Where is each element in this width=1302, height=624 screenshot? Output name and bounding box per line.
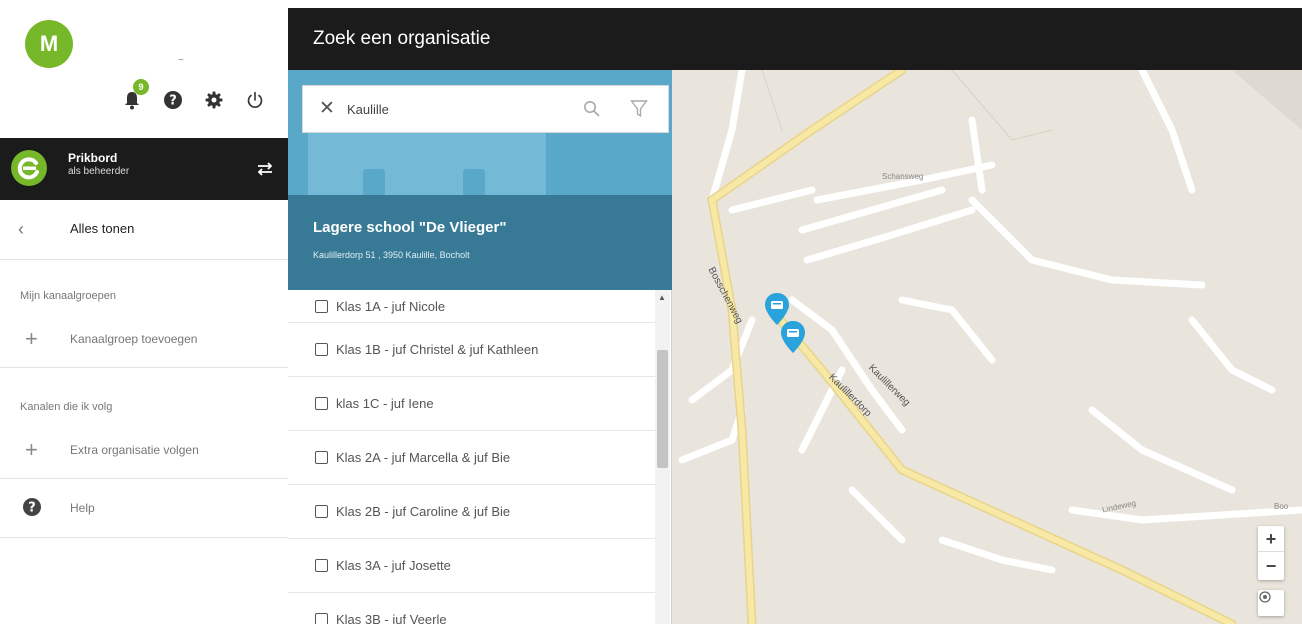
class-label: Klas 1A - juf Nicole	[336, 298, 446, 314]
checkbox[interactable]	[315, 299, 328, 313]
street-label: Boo	[1274, 502, 1289, 511]
header-bar: Zoek een organisatie	[288, 8, 1302, 70]
add-group-label: Kanaalgroep toevoegen	[70, 332, 198, 346]
search-box: ✕	[302, 85, 669, 133]
notifications-button[interactable]: 9	[120, 79, 149, 112]
class-row[interactable]: Klas 3B - juf Veerle	[288, 593, 658, 624]
chevron-left-icon: ‹	[18, 219, 24, 239]
checkbox[interactable]	[315, 505, 328, 518]
show-all-button[interactable]: ‹ Alles tonen	[0, 200, 288, 260]
channel-role: als beheerder	[68, 166, 130, 177]
user-subtitle: ~	[178, 55, 184, 66]
organization-address: Kaulillerdorp 51 , 3950 Kaulille, Bochol…	[313, 250, 470, 260]
class-list: Klas 1A - juf Nicole Klas 1B - juf Chris…	[288, 290, 658, 624]
checkbox[interactable]	[315, 397, 328, 410]
class-label: Klas 2A - juf Marcella & juf Bie	[336, 450, 511, 465]
channel-logo	[11, 150, 47, 186]
map-roads	[678, 70, 1302, 624]
organization-name: Lagere school "De Vlieger"	[313, 219, 507, 236]
checkbox[interactable]	[315, 559, 328, 572]
channel-switcher[interactable]: Prikbord als beheerder	[0, 138, 288, 200]
class-list-scrollbar[interactable]: ▲	[655, 290, 670, 624]
help-icon: ?	[23, 498, 41, 516]
class-row[interactable]: Klas 2A - juf Marcella & juf Bie	[288, 431, 658, 485]
sidebar: M ~ 9 ? Prikbord als beheerder ‹ Alles t…	[0, 0, 288, 624]
zoom-out-button[interactable]: −	[1258, 553, 1284, 579]
scroll-up-arrow[interactable]: ▲	[658, 293, 666, 302]
close-icon[interactable]: ✕	[319, 99, 335, 119]
follow-organization-button[interactable]: + Extra organisatie volgen	[0, 423, 288, 479]
class-label: Klas 2B - juf Caroline & juf Bie	[336, 504, 511, 519]
class-row[interactable]: Klas 1A - juf Nicole	[288, 290, 658, 323]
locate-button[interactable]	[1258, 590, 1284, 616]
svg-text:?: ?	[28, 501, 36, 516]
street-label: Schansweg	[882, 172, 924, 181]
help-button[interactable]: ?	[161, 88, 185, 112]
zoom-in-button[interactable]: +	[1258, 526, 1284, 552]
locate-icon	[1259, 591, 1271, 603]
channel-name: Prikbord	[68, 151, 118, 165]
zoom-control: + −	[1258, 526, 1284, 580]
checkbox[interactable]	[315, 343, 328, 356]
swap-icon[interactable]	[254, 158, 276, 180]
search-icon[interactable]	[583, 100, 601, 118]
class-label: Klas 1B - juf Christel & juf Kathleen	[336, 342, 539, 357]
gear-icon	[205, 91, 223, 109]
plus-icon: +	[25, 437, 38, 462]
filter-icon[interactable]	[630, 99, 648, 119]
logout-button[interactable]	[243, 88, 267, 112]
class-row[interactable]: Klas 2B - juf Caroline & juf Bie	[288, 485, 658, 539]
section-followed: Kanalen die ik volg	[20, 401, 113, 413]
map[interactable]: Schansweg Bosschenweg Kaulillerdorp Kaul…	[672, 70, 1302, 624]
notification-badge: 9	[133, 79, 149, 95]
help-icon: ?	[164, 91, 182, 109]
show-all-label: Alles tonen	[70, 221, 135, 236]
scrollbar-thumb[interactable]	[657, 350, 668, 468]
class-row[interactable]: klas 1C - juf Iene	[288, 377, 658, 431]
user-toolbar: 9 ?	[120, 79, 267, 112]
class-row[interactable]: Klas 1B - juf Christel & juf Kathleen	[288, 323, 658, 377]
svg-text:?: ?	[169, 94, 177, 109]
section-my-groups: Mijn kanaalgroepen	[20, 290, 117, 302]
selected-organization[interactable]: Lagere school "De Vlieger" Kaulillerdorp…	[288, 195, 672, 290]
checkbox[interactable]	[315, 613, 328, 624]
map-pin-icon[interactable]	[780, 320, 806, 354]
search-input[interactable]	[345, 98, 545, 120]
page-title: Zoek een organisatie	[313, 28, 491, 49]
help-link[interactable]: ? Help	[0, 480, 288, 538]
power-icon	[247, 91, 263, 108]
organization-panel: ✕ Lagere school "De Vlieger" Kaulillerdo…	[288, 70, 672, 624]
avatar[interactable]: M	[25, 20, 73, 68]
search-hero: ✕	[288, 70, 672, 195]
settings-button[interactable]	[202, 88, 226, 112]
plus-icon: +	[25, 326, 38, 351]
checkbox[interactable]	[315, 451, 328, 464]
follow-organization-label: Extra organisatie volgen	[70, 443, 199, 457]
help-label: Help	[70, 501, 95, 515]
class-label: klas 1C - juf Iene	[336, 396, 434, 411]
channel-logo-icon	[17, 157, 39, 180]
class-label: Klas 3A - juf Josette	[336, 558, 451, 573]
class-row[interactable]: Klas 3A - juf Josette	[288, 539, 658, 593]
class-label: Klas 3B - juf Veerle	[336, 612, 447, 624]
add-group-button[interactable]: + Kanaalgroep toevoegen	[0, 312, 288, 368]
